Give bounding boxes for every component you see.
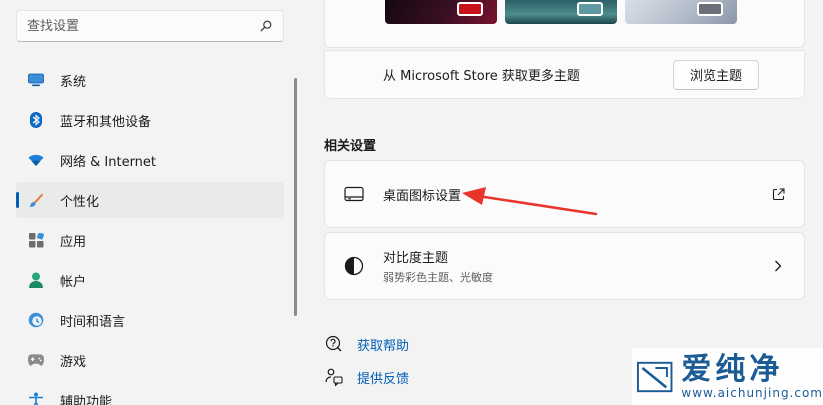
nav-label: 网络 & Internet (60, 154, 157, 170)
contrast-themes-card[interactable]: 对比度主题 弱势彩色主题、光敏度 (324, 232, 805, 300)
nav-item-time-language[interactable]: 时间和语言 (16, 302, 284, 338)
nav-label: 帐户 (60, 274, 87, 290)
globe-clock-icon (28, 312, 44, 328)
nav-label: 蓝牙和其他设备 (60, 114, 152, 130)
nav-item-accessibility[interactable]: 辅助功能 (16, 382, 284, 405)
nav-label: 游戏 (60, 354, 87, 370)
theme-accent-chip (577, 2, 603, 16)
watermark-cn: 爱纯净 (681, 351, 784, 387)
apps-icon (28, 232, 44, 248)
nav-scrollbar[interactable] (294, 78, 297, 316)
theme-accent-chip (457, 2, 483, 16)
card-subtitle: 弱势彩色主题、光敏度 (383, 271, 493, 284)
card-title: 对比度主题 (383, 251, 449, 266)
theme-accent-chip (697, 2, 723, 16)
feedback-link[interactable]: 提供反馈 (357, 368, 409, 387)
theme-thumbnail[interactable] (505, 0, 617, 24)
search-icon[interactable] (259, 19, 273, 33)
desktop-icon-settings-card[interactable]: 桌面图标设置 (324, 160, 805, 228)
feedback-row: 提供反馈 (324, 367, 409, 387)
person-icon (28, 272, 44, 288)
get-more-themes-row: 从 Microsoft Store 获取更多主题 浏览主题 (324, 50, 805, 99)
nav-item-network[interactable]: 网络 & Internet (16, 142, 284, 178)
wifi-icon (28, 152, 44, 168)
nav-label: 辅助功能 (60, 394, 113, 405)
accessibility-icon (28, 392, 44, 405)
settings-search-box[interactable] (16, 10, 284, 42)
monitor-icon (28, 72, 44, 88)
get-help-row: 获取帮助 (324, 334, 409, 354)
theme-thumbnail[interactable] (385, 0, 497, 24)
feedback-icon (324, 367, 344, 387)
contrast-icon (343, 255, 365, 277)
nav-label: 应用 (60, 234, 87, 250)
nav-item-gaming[interactable]: 游戏 (16, 342, 284, 378)
watermark: 爱纯净 www.aichunjing.com (632, 348, 823, 405)
nav-item-apps[interactable]: 应用 (16, 222, 284, 258)
store-text: 从 Microsoft Store 获取更多主题 (383, 69, 580, 84)
get-help-link[interactable]: 获取帮助 (357, 335, 409, 354)
external-link-icon (770, 186, 786, 202)
theme-thumbnail[interactable] (625, 0, 737, 24)
browse-themes-button[interactable]: 浏览主题 (672, 59, 759, 90)
related-settings-heading: 相关设置 (324, 139, 377, 154)
nav-label: 系统 (60, 74, 87, 90)
gamepad-icon (28, 352, 44, 368)
nav-item-accounts[interactable]: 帐户 (16, 262, 284, 298)
watermark-url: www.aichunjing.com (681, 385, 823, 400)
brush-icon (28, 192, 44, 208)
watermark-logo (636, 361, 673, 392)
nav-item-bluetooth[interactable]: 蓝牙和其他设备 (16, 102, 284, 138)
themes-gallery (324, 0, 805, 48)
settings-nav: 系统 蓝牙和其他设备 网络 & Internet 个性化 应用 帐户 时间和语言… (16, 62, 284, 405)
nav-label: 个性化 (60, 194, 100, 210)
bluetooth-icon (28, 112, 44, 128)
nav-label: 时间和语言 (60, 314, 126, 330)
help-icon (324, 334, 344, 354)
nav-item-personalization[interactable]: 个性化 (16, 182, 284, 218)
chevron-right-icon (770, 258, 786, 274)
card-title: 桌面图标设置 (383, 188, 462, 204)
search-input[interactable] (27, 18, 259, 34)
nav-item-system[interactable]: 系统 (16, 62, 284, 98)
desktop-icon (343, 183, 365, 205)
